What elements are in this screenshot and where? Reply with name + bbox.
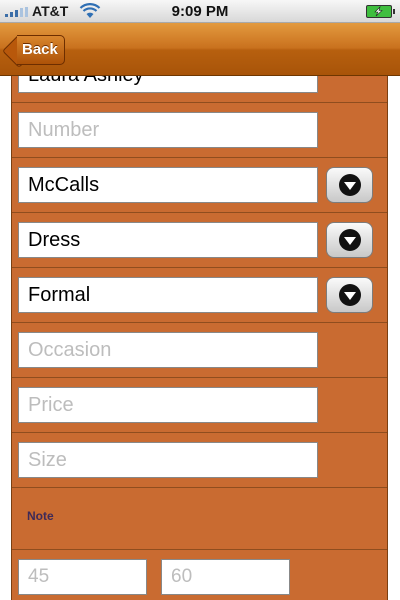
size-to-field[interactable]: 60 — [161, 559, 290, 595]
style-dropdown-button[interactable] — [326, 277, 373, 313]
back-button-label: Back — [22, 41, 58, 58]
style-field[interactable]: Formal — [18, 277, 318, 313]
company-field[interactable]: McCalls — [18, 167, 318, 203]
size-field[interactable]: Size — [18, 442, 318, 478]
type-field[interactable]: Dress — [18, 222, 318, 258]
navigation-bar: Back — [0, 23, 400, 76]
note-label: Note — [27, 509, 54, 523]
form-row-occasion: Occasion — [12, 323, 387, 378]
form-scroll-area[interactable]: Laura Ashley Number McCalls Dress Formal… — [0, 76, 400, 600]
form-row-brand: Laura Ashley — [12, 76, 387, 103]
price-field[interactable]: Price — [18, 387, 318, 423]
status-time: 9:09 PM — [171, 3, 229, 20]
brand-field[interactable]: Laura Ashley — [18, 76, 318, 93]
form-row-style: Formal — [12, 268, 387, 323]
form-row-number: Number — [12, 103, 387, 158]
form-row-size-range: 45 60 — [12, 550, 387, 600]
form-row-type: Dress — [12, 213, 387, 268]
battery-charging-icon — [366, 5, 395, 18]
form-panel: Laura Ashley Number McCalls Dress Formal… — [11, 76, 388, 600]
form-row-company: McCalls — [12, 158, 387, 213]
chevron-down-icon — [339, 229, 361, 251]
number-field[interactable]: Number — [18, 112, 318, 148]
size-from-field[interactable]: 45 — [18, 559, 147, 595]
form-row-price: Price — [12, 378, 387, 433]
chevron-down-icon — [339, 284, 361, 306]
company-dropdown-button[interactable] — [326, 167, 373, 203]
status-bar: AT&T 9:09 PM — [0, 0, 400, 23]
form-row-note[interactable]: Note — [12, 488, 387, 550]
occasion-field[interactable]: Occasion — [18, 332, 318, 368]
chevron-down-icon — [339, 174, 361, 196]
form-row-size: Size — [12, 433, 387, 488]
back-button[interactable]: Back — [2, 34, 65, 68]
type-dropdown-button[interactable] — [326, 222, 373, 258]
